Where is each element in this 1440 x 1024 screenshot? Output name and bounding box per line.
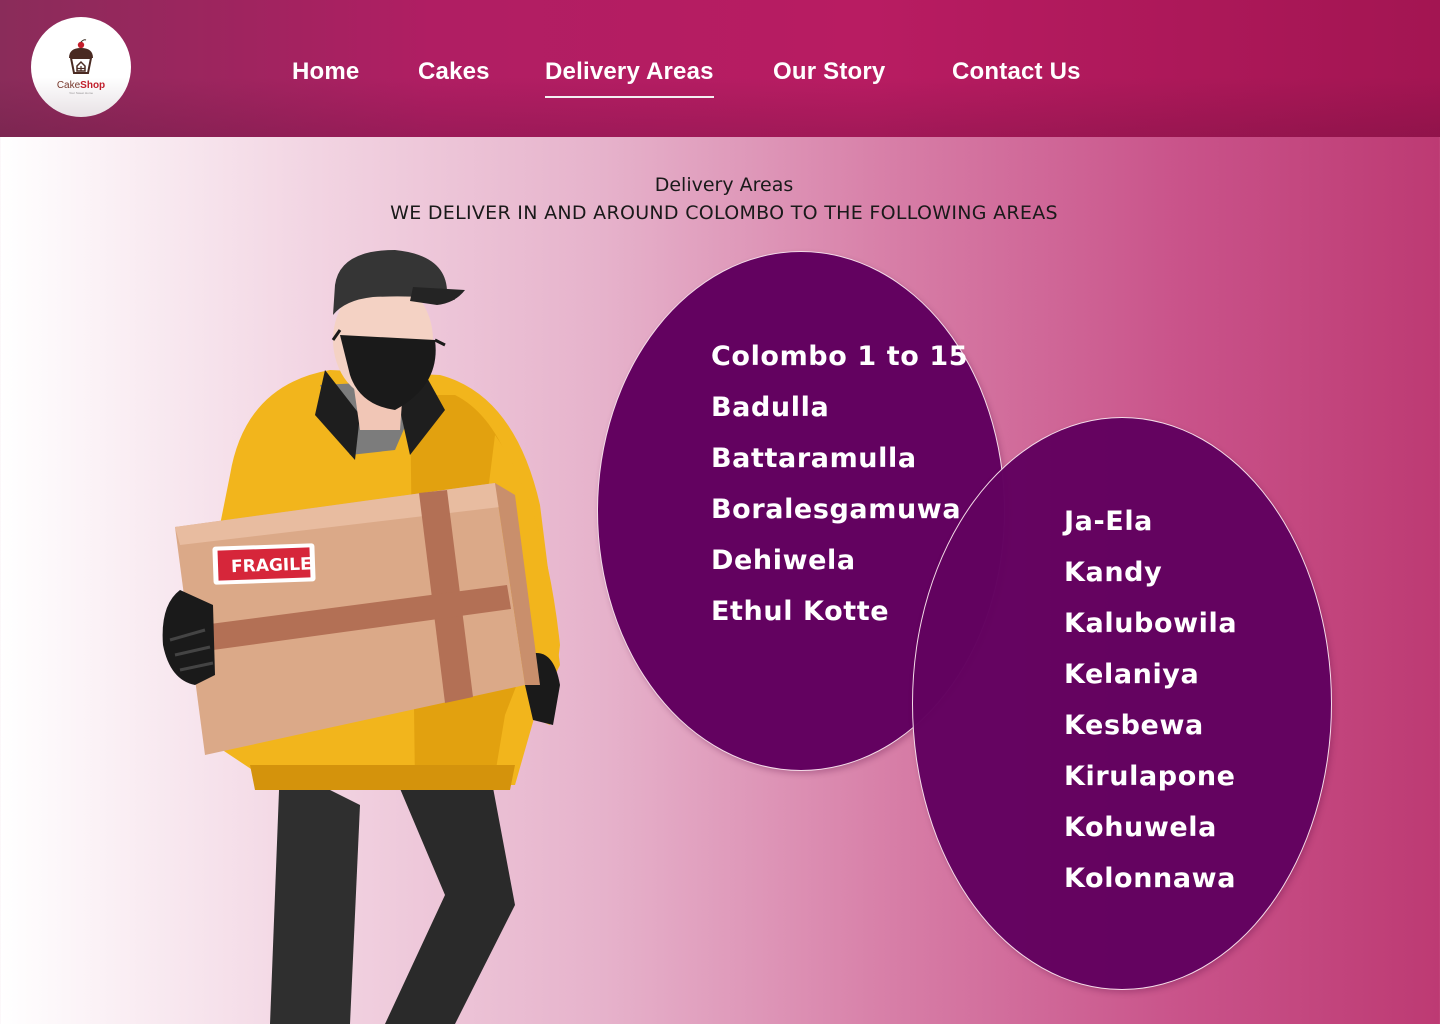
courier-leg-left	[270, 765, 360, 1024]
delivery-courier-illustration: FRAGILE	[162, 250, 560, 1024]
logo-text-main: Cake	[56, 80, 81, 91]
page-title: Delivery Areas	[654, 174, 794, 196]
area-item: Kelaniya	[1064, 659, 1200, 690]
area-list-2: Ja-Ela Kandy Kalubowila Kelaniya Kesbewa…	[1064, 504, 1237, 912]
area-item: Kohuwela	[1064, 812, 1217, 843]
area-item: Boralesgamuwa	[711, 494, 962, 525]
cakeshop-logo[interactable]: CakeShop Your Sweet Home	[31, 17, 131, 117]
area-item: Kirulapone	[1064, 761, 1236, 792]
courier-jacket-hem	[250, 765, 515, 790]
area-item: Colombo 1 to 15	[711, 341, 969, 372]
logo-tagline: Your Sweet Home	[68, 91, 94, 95]
area-item: Kesbewa	[1064, 710, 1204, 741]
cupcake-house-icon	[69, 39, 93, 74]
nav-cakes[interactable]: Cakes	[418, 58, 490, 86]
nav-home[interactable]: Home	[292, 58, 359, 86]
page-subtitle: WE DELIVER IN AND AROUND COLOMBO TO THE …	[390, 202, 1058, 224]
logo-wordmark: CakeShop	[57, 80, 105, 91]
area-item: Badulla	[711, 392, 830, 423]
area-item: Ja-Ela	[1064, 506, 1153, 537]
courier-glove-left	[162, 590, 215, 685]
area-item: Kolonnawa	[1064, 863, 1237, 894]
nav-our-story[interactable]: Our Story	[773, 58, 885, 86]
area-item: Kandy	[1064, 557, 1163, 588]
site-header: CakeShop Your Sweet Home Home Cakes Deli…	[0, 0, 1440, 137]
area-item: Kalubowila	[1064, 608, 1238, 639]
nav-delivery-areas[interactable]: Delivery Areas	[545, 58, 714, 98]
fragile-label: FRAGILE	[231, 554, 312, 577]
logo-text-accent: Shop	[80, 80, 106, 91]
area-item: Battaramulla	[711, 443, 917, 474]
nav-contact-us[interactable]: Contact Us	[952, 58, 1081, 86]
